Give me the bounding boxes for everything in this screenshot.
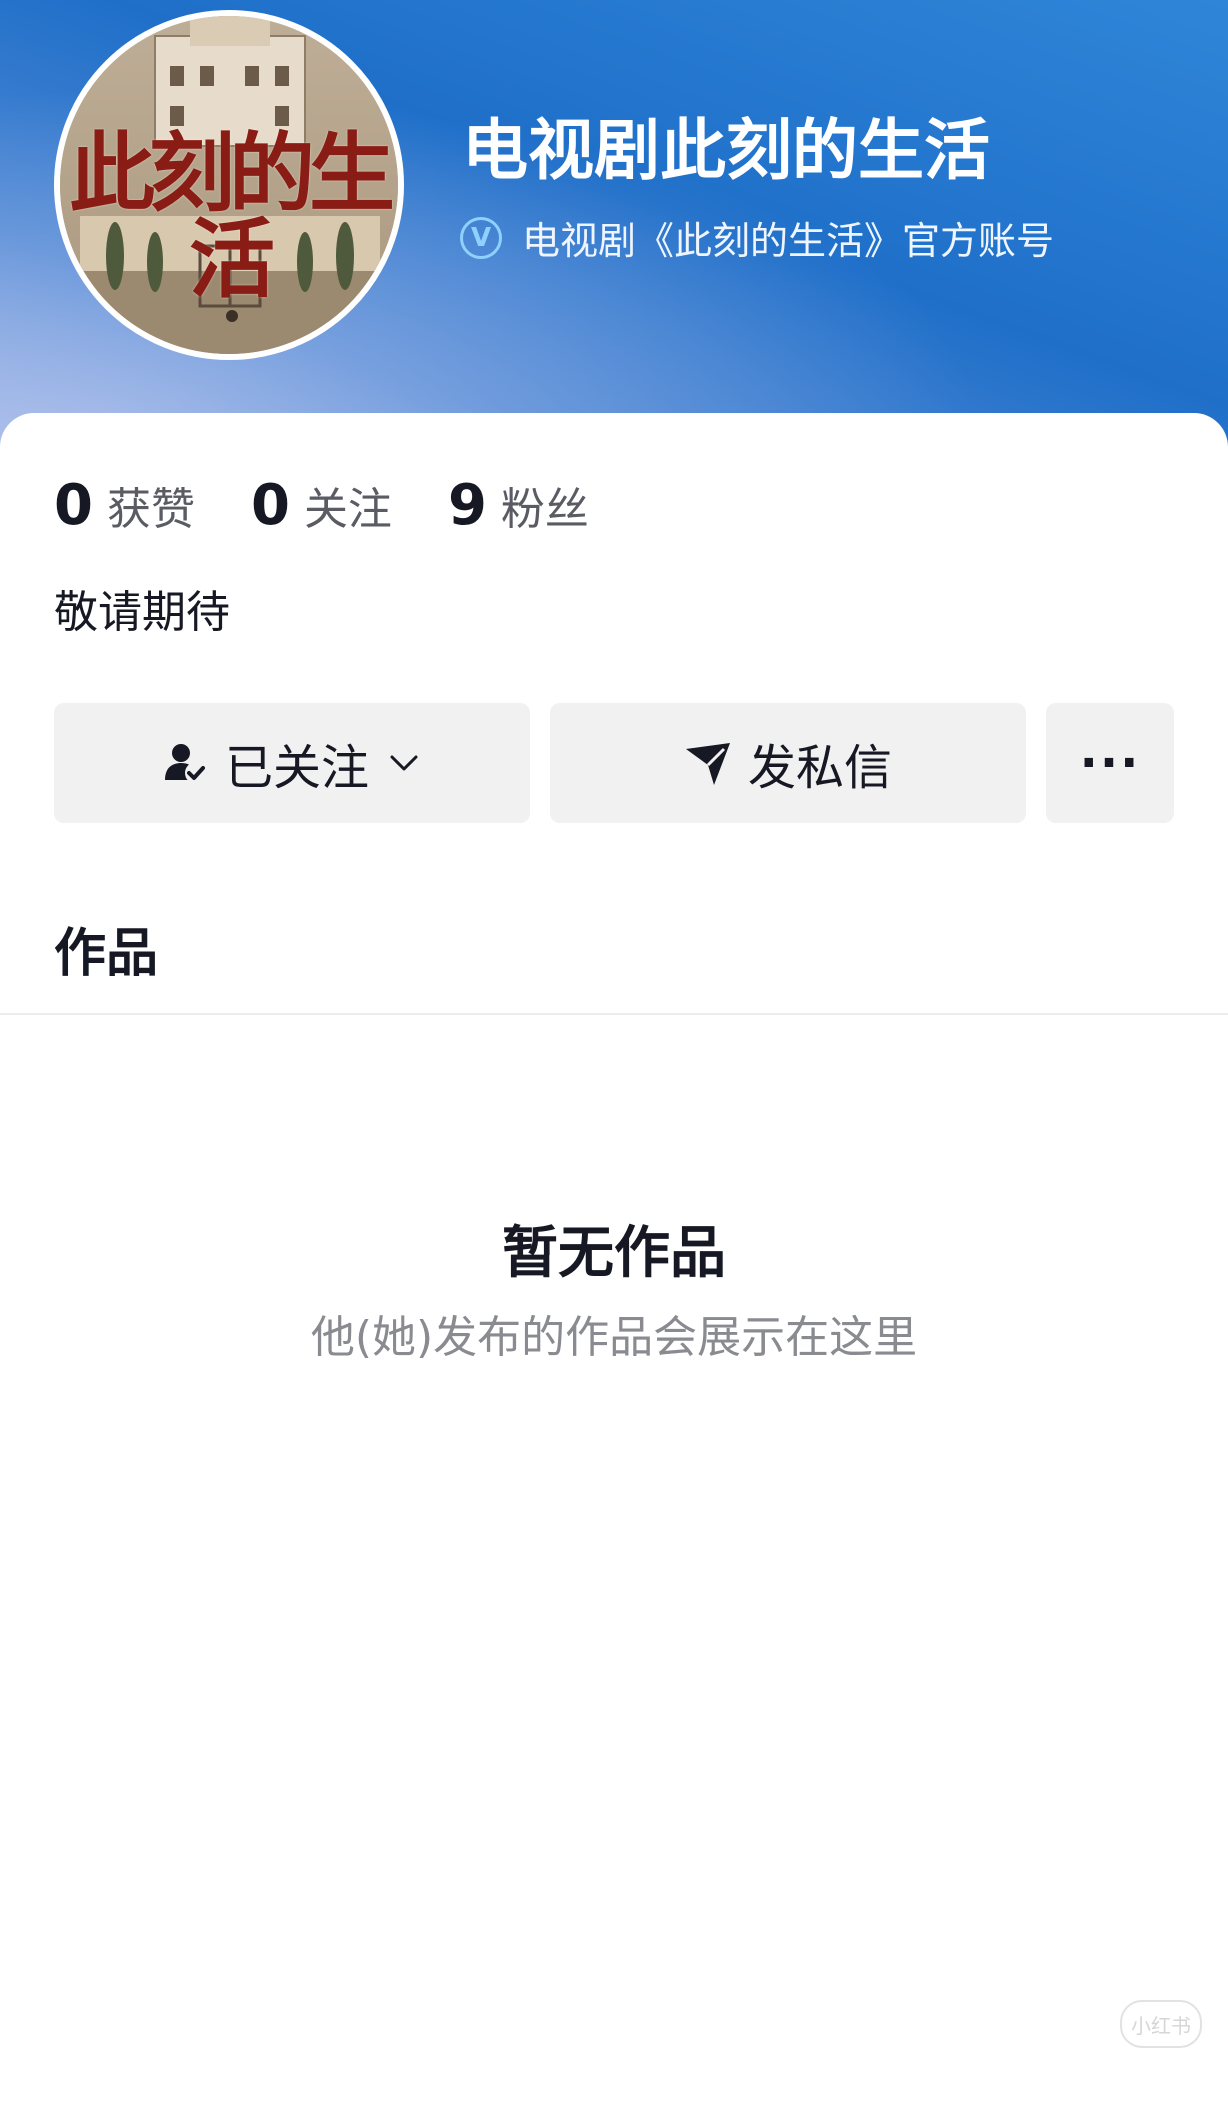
empty-state-subtitle: 他(她)发布的作品会展示在这里 (310, 1312, 918, 1363)
stat-following-label: 关注 (303, 484, 392, 535)
verification-text: 电视剧《此刻的生活》官方账号 (522, 219, 1055, 263)
followed-button-label: 已关注 (224, 740, 369, 796)
send-message-button[interactable]: 发私信 (550, 703, 1026, 823)
divider (0, 1013, 1228, 1015)
verified-badge-icon: V (460, 216, 502, 259)
stat-likes[interactable]: 0 获赞 (54, 473, 195, 538)
stats-row: 0 获赞 0 关注 9 粉丝 (54, 473, 645, 538)
stat-likes-label: 获赞 (106, 484, 195, 535)
empty-state-title: 暂无作品 (502, 1221, 726, 1286)
send-message-label: 发私信 (747, 740, 892, 796)
stat-followers[interactable]: 9 粉丝 (448, 473, 589, 538)
stat-following-count: 0 (250, 473, 290, 538)
stat-likes-count: 0 (54, 473, 93, 538)
more-button[interactable]: ··· (1046, 703, 1174, 823)
nickname: 电视剧此刻的生活 (462, 112, 990, 189)
works-tab[interactable]: 作品 (54, 911, 158, 986)
followed-button[interactable]: 已关注 (54, 703, 530, 823)
avatar[interactable]: 此刻的生活 (54, 10, 404, 360)
user-check-icon (163, 740, 209, 786)
stat-following[interactable]: 0 关注 (251, 473, 392, 538)
profile-card: 0 获赞 0 关注 9 粉丝 敬请期待 已关注 发私信 ··· 作品 暂无作品 … (0, 413, 1228, 2104)
chevron-down-icon (387, 746, 421, 780)
more-icon: ··· (1079, 735, 1141, 791)
verification-row: V 电视剧《此刻的生活》官方账号 (460, 210, 1054, 265)
avatar-title: 此刻的生活 (69, 123, 395, 310)
paper-plane-icon (684, 739, 732, 787)
stat-followers-count: 9 (447, 473, 487, 538)
bio-text: 敬请期待 (54, 587, 230, 638)
watermark: 小红书 (1120, 2000, 1202, 2048)
stat-followers-label: 粉丝 (500, 484, 589, 535)
